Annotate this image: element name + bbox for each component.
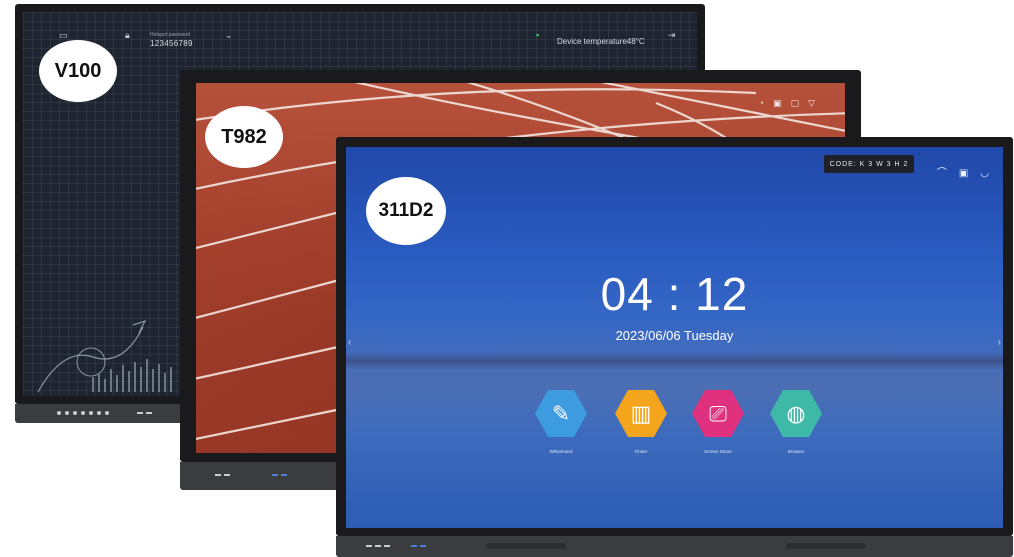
lock-icon: 🔒︎ bbox=[125, 30, 130, 40]
globe-icon: ◍ bbox=[770, 390, 822, 437]
app-whiteboard[interactable]: ✎ Whiteboard bbox=[526, 390, 596, 454]
port-markers bbox=[215, 474, 230, 476]
model-badge-v100: V100 bbox=[39, 40, 117, 102]
chevron-down-icon[interactable]: ⌄ bbox=[225, 30, 233, 40]
app-browser[interactable]: ◍ Browser bbox=[761, 390, 831, 454]
folder-icon: ▥ bbox=[615, 390, 667, 437]
horizon-band bbox=[346, 352, 1003, 370]
hotspot-title: Hotspot password bbox=[150, 32, 191, 38]
clock-time: 04 : 12 bbox=[600, 268, 749, 320]
indicator-dots bbox=[57, 411, 109, 415]
settings-icon[interactable]: ▣ bbox=[773, 98, 782, 108]
menu-icon[interactable]: ▭ bbox=[59, 30, 68, 40]
v100-status-bar: ▭ 🔒︎ Hotspot password 123456789 ⌄ ▪ Devi… bbox=[23, 22, 697, 48]
model-badge-t982: T982 bbox=[205, 106, 283, 168]
usb-ports bbox=[272, 474, 287, 476]
port-markers bbox=[137, 412, 152, 414]
screen-icon[interactable]: ▢ bbox=[791, 98, 800, 108]
chevron-right-icon[interactable]: › bbox=[998, 337, 1001, 348]
exit-icon[interactable]: ⇥ bbox=[668, 30, 676, 40]
user-icon[interactable]: ⌒ bbox=[937, 168, 947, 180]
chevron-left-icon[interactable]: ‹ bbox=[348, 337, 351, 348]
model-badge-311d2: 311D2 bbox=[366, 177, 446, 245]
hotspot-password: 123456789 bbox=[150, 39, 193, 48]
port-markers bbox=[366, 545, 390, 547]
device-temperature: Device temperature48°C bbox=[557, 37, 645, 46]
connection-code: CODE: K 3 W 3 H 2 bbox=[824, 155, 914, 173]
usb-ports bbox=[411, 545, 426, 547]
screen-share-icon: ⎚ bbox=[692, 390, 744, 437]
wifi-icon[interactable]: ◡ bbox=[980, 168, 989, 180]
app-label: Whiteboard bbox=[549, 449, 573, 454]
d311-bottom-bar bbox=[336, 536, 1013, 557]
speaker-grille bbox=[786, 543, 866, 549]
wifi-icon[interactable]: ▽ bbox=[808, 98, 815, 108]
clock-date: 2023/06/06 Tuesday bbox=[615, 328, 734, 343]
pen-icon: ✎ bbox=[535, 390, 587, 437]
d311-status-icons: ⌒ ▣ ◡ bbox=[937, 168, 989, 180]
app-finder[interactable]: ▥ Finder bbox=[606, 390, 676, 454]
app-label: Finder bbox=[634, 449, 648, 454]
thermometer-icon: ▪ bbox=[536, 30, 540, 40]
app-label: Browser bbox=[787, 449, 805, 454]
settings-icon[interactable]: ▣ bbox=[959, 168, 968, 180]
t982-status-icons: ◔ ▣ ▢ ▽ bbox=[759, 98, 815, 108]
speaker-grille bbox=[486, 543, 566, 549]
user-icon[interactable]: ◔ bbox=[759, 98, 764, 108]
app-label: Screen Share bbox=[704, 449, 732, 454]
app-screen-share[interactable]: ⎚ Screen Share bbox=[683, 390, 753, 454]
